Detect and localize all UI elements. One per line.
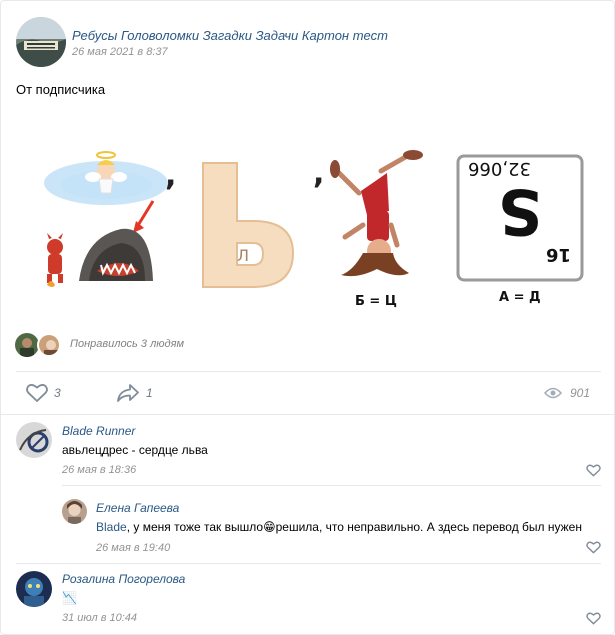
comment-text-2-before: , у меня тоже так вышло [126,520,264,534]
community-avatar[interactable] [16,17,66,67]
eye-icon [543,387,562,399]
liker-avatar-image-1 [15,333,39,357]
comma-mark-2: , [313,156,324,191]
comment-text-2-after: решила, что неправильно. А здесь перевод… [275,520,582,534]
comment-avatar-image-3 [16,571,52,607]
likes-count: 3 [54,386,61,400]
comment-divider-2 [16,563,601,564]
comment-date-2[interactable]: 26 мая в 19:40 [96,542,170,554]
element-symbol: S [498,175,543,248]
actions-top-divider [16,371,601,372]
comment-text-2: Blade, у меня тоже так вышло😁решила, что… [96,520,582,534]
post-card: Ребусы Головоломки Загадки Задачи Картон… [0,0,615,635]
comment-date-3[interactable]: 31 июл в 10:44 [62,612,137,624]
comment-avatar-image-2 [62,499,87,524]
liker-avatar-1[interactable] [15,333,39,357]
comment-author-1[interactable]: Blade Runner [62,424,135,438]
rule-b-label: Б = Ц [355,294,397,309]
comment-like-heart-icon-2[interactable] [586,541,601,554]
views-counter: 901 [543,386,590,400]
comment-avatar-3[interactable] [16,571,52,607]
share-icon [117,384,139,402]
element-mass: 32,066 [468,158,531,179]
like-button[interactable]: 3 [26,383,61,403]
post-date[interactable]: 26 мая 2021 в 8:37 [72,46,168,58]
grin-emoji-icon: 😁 [263,520,276,534]
share-button[interactable]: 1 [116,383,153,403]
shares-count: 1 [146,386,153,400]
liker-avatar-image-2 [39,335,59,355]
devil-cave-picture [47,200,155,287]
comment-like-heart-icon-3[interactable] [586,612,601,625]
comment-author-3[interactable]: Розалина Погорелова [62,572,185,586]
comment-divider-1 [62,485,601,486]
letter-soft-sign-picture [202,162,295,288]
comment-avatar-1[interactable] [16,422,52,458]
comment-like-heart-icon-1[interactable] [586,464,601,477]
chart-decreasing-emoji-icon: 📉 [62,591,77,605]
rebus-image[interactable]: , Л , Б = Ц 16 S 32,066 А = Д [41,141,601,316]
liker-avatar-2[interactable] [37,333,61,357]
community-name[interactable]: Ребусы Головоломки Загадки Задачи Картон… [72,28,388,43]
views-count: 901 [569,386,590,400]
comma-mark-1: , [165,158,176,193]
upside-down-girl-picture [330,150,423,277]
cloud-angel-picture [44,151,168,205]
inner-letter: Л [237,246,249,265]
comment-date-1[interactable]: 26 мая в 18:36 [62,464,136,476]
comment-avatar-image-1 [16,422,52,458]
periodic-element-tile: 16 S 32,066 [456,154,584,282]
liked-by-text[interactable]: Понравилось 3 людям [70,338,184,350]
element-number: 16 [546,244,571,265]
heart-icon [26,384,48,403]
reply-mention-link[interactable]: Blade [96,520,127,534]
community-avatar-image [16,17,66,67]
rule-a-label: А = Д [499,290,541,305]
comments-top-divider [1,414,615,415]
comment-author-2[interactable]: Елена Гапеева [96,501,179,515]
comment-text-1: авьлецдрес - сердце льва [62,443,208,457]
post-text: От подписчика [16,82,106,97]
comment-avatar-2[interactable] [62,499,87,524]
